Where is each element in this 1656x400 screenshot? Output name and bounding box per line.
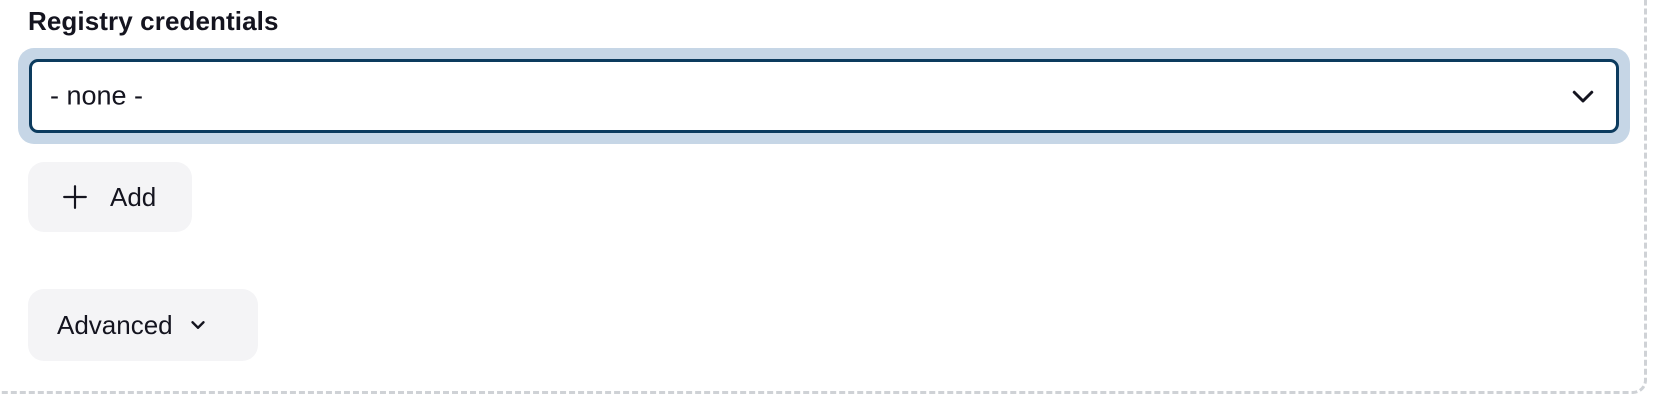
add-credentials-button[interactable]: Add xyxy=(28,162,192,232)
add-button-label: Add xyxy=(110,181,157,212)
chevron-down-icon xyxy=(190,321,205,329)
chevron-down-icon xyxy=(1572,90,1594,103)
registry-credentials-label: Registry credentials xyxy=(28,6,279,36)
advanced-button-label: Advanced xyxy=(57,309,173,340)
select-value: - none - xyxy=(50,80,144,111)
select-focus-ring: - none - xyxy=(18,48,1630,144)
plus-icon xyxy=(63,185,87,209)
registry-credentials-select[interactable]: - none - xyxy=(29,59,1619,133)
advanced-toggle-button[interactable]: Advanced xyxy=(28,289,258,361)
